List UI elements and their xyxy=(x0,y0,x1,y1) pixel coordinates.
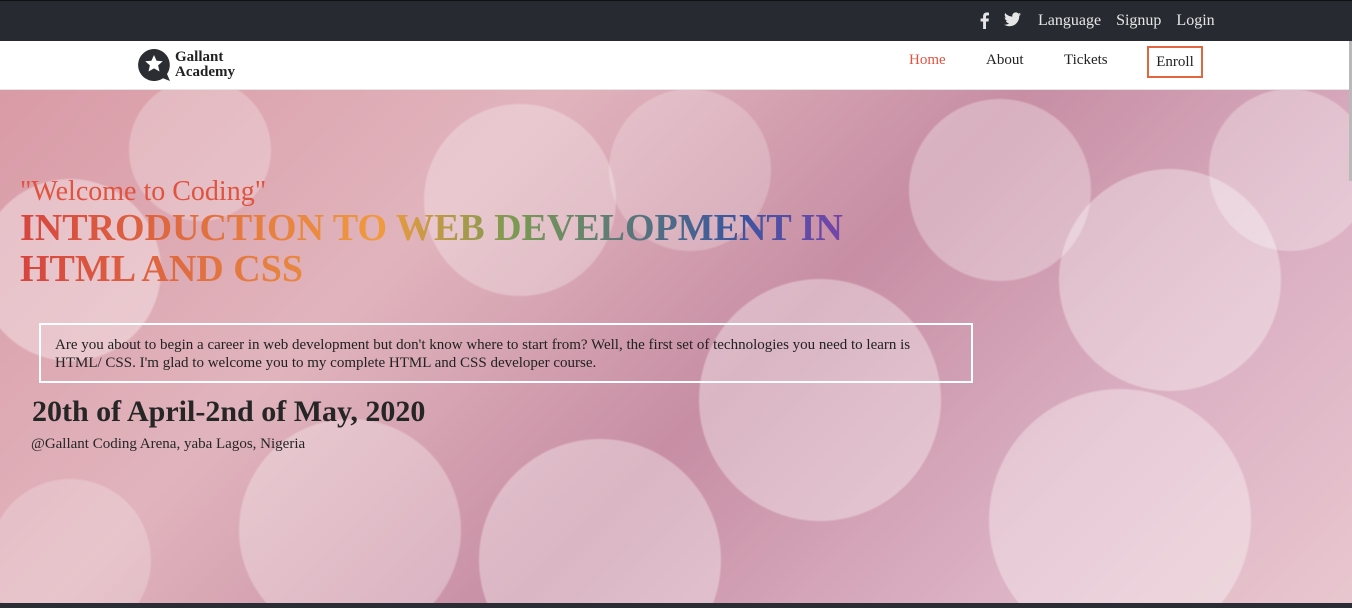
welcome-heading: "Welcome to Coding" xyxy=(20,176,267,207)
hero-section: "Welcome to Coding" INTRODUCTION TO WEB … xyxy=(0,90,1352,603)
logo[interactable]: Gallant Academy xyxy=(136,47,235,83)
signup-link[interactable]: Signup xyxy=(1116,12,1161,30)
nav-about[interactable]: About xyxy=(986,52,1024,69)
intro-text-box: Are you about to begin a career in web d… xyxy=(39,323,973,383)
facebook-icon[interactable] xyxy=(978,12,994,30)
nav-tickets[interactable]: Tickets xyxy=(1064,52,1108,69)
logo-text: Gallant Academy xyxy=(175,50,235,80)
event-date: 20th of April-2nd of May, 2020 xyxy=(32,395,426,428)
top-bar: Language Signup Login xyxy=(0,0,1352,41)
logo-line-1: Gallant xyxy=(175,49,224,65)
language-link[interactable]: Language xyxy=(1038,12,1101,30)
enroll-button[interactable]: Enroll xyxy=(1147,46,1203,78)
star-chat-icon xyxy=(136,47,172,83)
logo-line-2: Academy xyxy=(175,64,235,80)
footer-edge xyxy=(0,603,1352,608)
nav-home[interactable]: Home xyxy=(909,52,946,69)
top-links: Language Signup Login xyxy=(1038,12,1215,30)
login-link[interactable]: Login xyxy=(1176,12,1214,30)
event-venue: @Gallant Coding Arena, yaba Lagos, Niger… xyxy=(31,436,306,452)
main-navbar: Gallant Academy Home About Tickets Enrol… xyxy=(0,41,1352,90)
course-title: INTRODUCTION TO WEB DEVELOPMENT IN HTML … xyxy=(20,208,920,290)
social-icons xyxy=(978,12,1021,30)
twitter-icon[interactable] xyxy=(1004,12,1021,30)
